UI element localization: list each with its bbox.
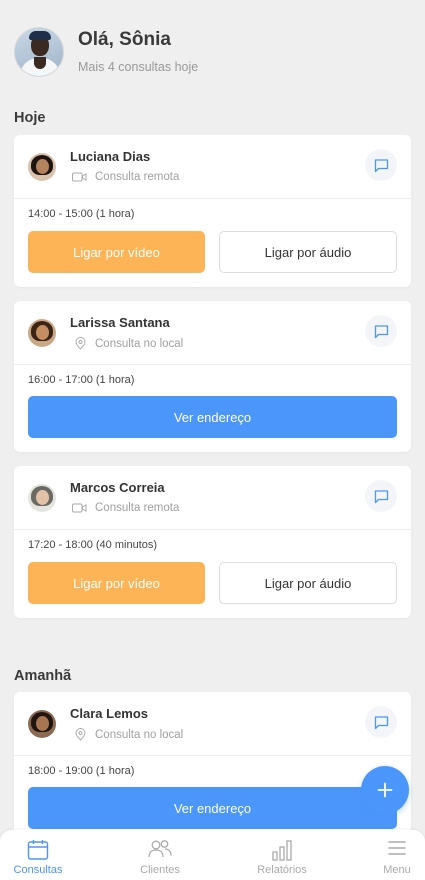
chat-button[interactable] — [365, 315, 397, 347]
tab-label: Clientes — [140, 864, 180, 876]
appointment-card: Luciana Dias Consulta remota 14:00 - 15:… — [14, 135, 411, 287]
audio-call-button[interactable]: Ligar por áudio — [219, 562, 397, 604]
patient-name: Clara Lemos — [70, 706, 149, 721]
chat-button[interactable] — [365, 706, 397, 738]
audio-call-button[interactable]: Ligar por áudio — [219, 231, 397, 273]
video-camera-icon — [72, 503, 87, 513]
tab-clientes[interactable]: Clientes — [115, 830, 205, 880]
add-appointment-button[interactable] — [361, 766, 409, 814]
patient-name: Larissa Santana — [70, 315, 170, 330]
tab-consultas[interactable]: Consultas — [0, 830, 83, 880]
greeting-title: Olá, Sônia — [78, 29, 171, 50]
bottom-tab-bar: Consultas Clientes Relatórios Menu — [0, 830, 425, 880]
view-address-button[interactable]: Ver endereço — [28, 396, 397, 438]
calendar-icon — [27, 840, 49, 860]
view-address-button[interactable]: Ver endereço — [28, 787, 397, 829]
patient-avatar — [28, 710, 56, 738]
patient-name: Marcos Correia — [70, 480, 165, 495]
appointment-type-label: Consulta remota — [95, 502, 180, 514]
appointment-type: Consulta no local — [72, 728, 183, 741]
section-title-today: Hoje — [14, 110, 46, 126]
appointment-type: Consulta remota — [72, 502, 179, 514]
tab-label: Consultas — [13, 864, 63, 876]
tab-label: Menu — [383, 864, 411, 876]
section-title-tomorrow: Amanhã — [14, 668, 72, 684]
chat-icon — [374, 489, 388, 503]
tab-menu[interactable]: Menu — [352, 830, 425, 880]
video-call-button[interactable]: Ligar por vídeo — [28, 562, 205, 604]
chat-icon — [374, 324, 388, 338]
chat-icon — [374, 715, 388, 729]
appointment-type-label: Consulta no local — [95, 337, 184, 350]
hamburger-menu-icon — [388, 841, 406, 855]
video-camera-icon — [72, 172, 87, 182]
bar-chart-icon — [272, 840, 292, 861]
patient-avatar — [28, 153, 56, 181]
appointment-time: 18:00 - 19:00 (1 hora) — [28, 765, 135, 777]
appointment-time: 14:00 - 15:00 (1 hora) — [28, 208, 135, 220]
chat-button[interactable] — [365, 149, 397, 181]
tab-label: Relatórios — [257, 864, 307, 876]
appointment-type-label: Consulta remota — [95, 171, 180, 183]
appointment-type: Consulta remota — [72, 171, 179, 183]
plus-icon — [377, 782, 393, 798]
location-pin-icon — [75, 728, 86, 741]
video-call-button[interactable]: Ligar por vídeo — [28, 231, 205, 273]
appointment-card: Clara Lemos Consulta no local 18:00 - 19… — [14, 692, 411, 843]
appointment-type-label: Consulta no local — [95, 728, 184, 741]
appointment-card: Larissa Santana Consulta no local 16:00 … — [14, 301, 411, 452]
patient-avatar — [28, 484, 56, 512]
patient-avatar — [28, 319, 56, 347]
location-pin-icon — [75, 337, 86, 350]
greeting-subtitle: Mais 4 consultas hoje — [78, 60, 199, 74]
chat-button[interactable] — [365, 480, 397, 512]
user-avatar[interactable] — [14, 27, 64, 77]
appointment-card: Marcos Correia Consulta remota 17:20 - 1… — [14, 466, 411, 618]
appointment-time: 17:20 - 18:00 (40 minutos) — [28, 539, 158, 551]
chat-icon — [374, 158, 388, 172]
appointment-type: Consulta no local — [72, 337, 183, 350]
patient-name: Luciana Dias — [70, 149, 151, 164]
header: Olá, Sônia Mais 4 consultas hoje — [14, 27, 414, 79]
tab-relatorios[interactable]: Relatórios — [237, 830, 327, 880]
users-icon — [148, 840, 172, 858]
appointment-time: 16:00 - 17:00 (1 hora) — [28, 374, 135, 386]
